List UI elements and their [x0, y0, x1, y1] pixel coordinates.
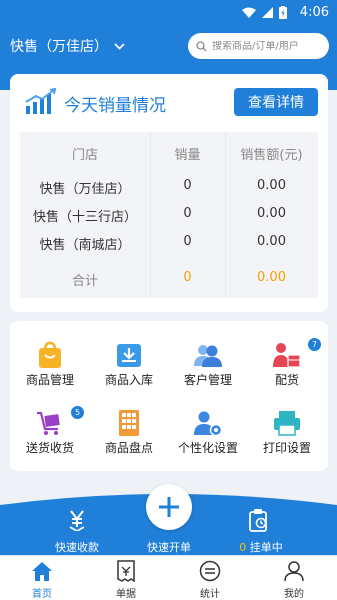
- battery-icon: [279, 6, 287, 19]
- search-box[interactable]: [188, 33, 329, 59]
- printer-icon: [274, 411, 300, 436]
- header-qty: 销量: [174, 148, 201, 163]
- menu-label: 商品盘点: [104, 441, 153, 455]
- menu-item-delivery-receiving[interactable]: 5 送货收货: [10, 401, 90, 467]
- settings-user-icon: [194, 411, 223, 437]
- store-cell: 快售（十三行店）: [32, 210, 137, 225]
- function-menu: 商品管理 商品入库 客户管理 7 配货 5 送货收货 商品盘点 个性化设置 打印…: [10, 321, 328, 471]
- store-cell: 快售（南城店）: [39, 238, 131, 253]
- bottom-tab-bar: 首页 单据 统计 我的: [0, 555, 337, 600]
- amount-cell: 0.00: [257, 234, 286, 249]
- total-label: 合计: [71, 274, 98, 289]
- sales-summary-card: 今天销量情况 查看详情 门店 销量 销售额(元) 快售（万佳店） 0 0.00 …: [10, 74, 328, 312]
- table-row: 快售（南城店） 0 0.00: [20, 228, 318, 256]
- search-icon: [196, 40, 207, 51]
- total-amount: 0.00: [257, 270, 286, 285]
- amount-cell: 0.00: [257, 206, 286, 221]
- pending-doc-icon: [249, 509, 267, 532]
- qty-cell: 0: [183, 178, 192, 193]
- tab-profile[interactable]: 我的: [264, 556, 324, 600]
- quick-create-order-button[interactable]: [146, 484, 192, 530]
- table-header-row: 门店 销量 销售额(元): [20, 138, 318, 166]
- table-row: 快售（万佳店） 0 0.00: [20, 172, 318, 200]
- total-qty: 0: [183, 270, 192, 285]
- table-total-row: 合计 0 0.00: [20, 264, 318, 292]
- signal-icon: [262, 7, 273, 18]
- chevron-down-icon: [114, 42, 125, 50]
- sales-title: 今天销量情况: [64, 96, 166, 116]
- store-selector[interactable]: 快售（万佳店）: [10, 36, 125, 56]
- store-cell: 快售（万佳店）: [39, 182, 131, 197]
- menu-label: 商品入库: [104, 373, 153, 387]
- tab-label: 我的: [284, 589, 304, 600]
- menu-item-distribution[interactable]: 7 配货: [247, 333, 327, 399]
- statistics-icon: [199, 560, 221, 582]
- amount-cell: 0.00: [257, 178, 286, 193]
- menu-label: 个性化设置: [177, 441, 238, 455]
- menu-label: 送货收货: [25, 441, 74, 455]
- notification-badge: 7: [308, 338, 321, 351]
- status-bar: 4:06: [0, 0, 337, 26]
- tab-home[interactable]: 首页: [12, 556, 72, 600]
- status-icons: [242, 6, 287, 19]
- distribution-icon: [273, 343, 301, 368]
- menu-label: 打印设置: [262, 441, 311, 455]
- menu-item-inventory-check[interactable]: 商品盘点: [89, 401, 169, 467]
- search-input[interactable]: [212, 40, 320, 52]
- notification-badge: 5: [71, 406, 84, 419]
- header-amount: 销售额(元): [240, 148, 303, 163]
- menu-item-stock-in[interactable]: 商品入库: [89, 333, 169, 399]
- quick-receive-label: 快速收款: [55, 541, 99, 554]
- receipt-icon: [117, 560, 135, 582]
- quick-receive-button[interactable]: 快速收款: [42, 505, 112, 555]
- menu-item-print-settings[interactable]: 打印设置: [247, 401, 327, 467]
- tab-label: 统计: [200, 589, 220, 600]
- home-icon: [32, 562, 52, 581]
- plus-icon: [159, 497, 179, 517]
- qty-cell: 0: [183, 206, 192, 221]
- pending-count: 0: [239, 541, 247, 554]
- pending-label: 挂单中: [249, 541, 283, 554]
- tab-label: 首页: [32, 589, 52, 600]
- pending-orders-button[interactable]: 0 挂单中: [226, 505, 296, 555]
- table-row: 快售（十三行店） 0 0.00: [20, 200, 318, 228]
- calculator-icon: [119, 410, 139, 436]
- status-time: 4:06: [299, 5, 329, 20]
- tab-documents[interactable]: 单据: [96, 556, 156, 600]
- menu-item-customer-management[interactable]: 客户管理: [168, 333, 248, 399]
- tab-label: 单据: [116, 589, 136, 600]
- shopping-bag-icon: [39, 341, 61, 368]
- store-name: 快售（万佳店）: [10, 39, 108, 55]
- quick-open-label: 快速开单: [147, 541, 191, 554]
- sales-chart-icon: [25, 88, 57, 114]
- wifi-icon: [242, 7, 256, 18]
- menu-label: 客户管理: [183, 373, 232, 387]
- header-store: 门店: [71, 148, 98, 163]
- users-icon: [194, 345, 222, 367]
- yen-download-icon: [69, 510, 85, 531]
- cart-box-icon: [37, 411, 60, 435]
- qty-cell: 0: [183, 234, 192, 249]
- tab-statistics[interactable]: 统计: [180, 556, 240, 600]
- menu-item-product-management[interactable]: 商品管理: [10, 333, 90, 399]
- sales-table: 门店 销量 销售额(元) 快售（万佳店） 0 0.00 快售（十三行店） 0 0…: [20, 132, 318, 298]
- menu-label: 配货: [274, 373, 299, 387]
- inbox-download-icon: [117, 344, 141, 367]
- menu-label: 商品管理: [25, 373, 74, 387]
- view-details-button[interactable]: 查看详情: [234, 88, 318, 116]
- profile-icon: [284, 561, 304, 582]
- menu-item-personalization[interactable]: 个性化设置: [168, 401, 248, 467]
